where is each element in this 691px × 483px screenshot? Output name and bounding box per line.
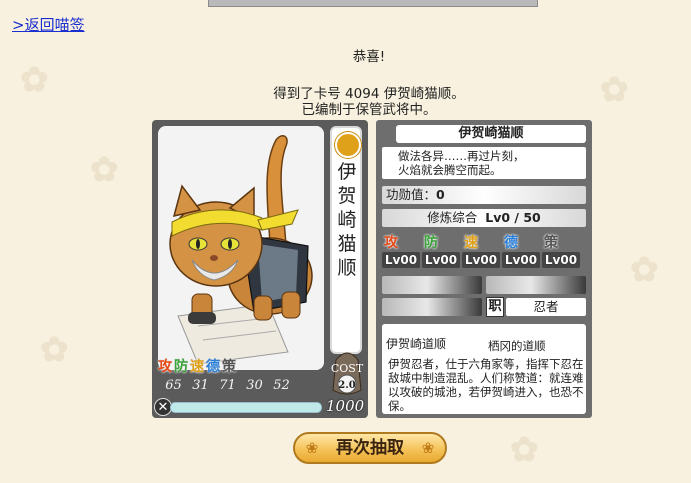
quote-line-1: 做法各异……再过片刻， xyxy=(398,149,525,163)
empty-slot-1 xyxy=(382,276,482,294)
card-quote: 做法各异……再过片刻， 火焰就会腾空而起。 xyxy=(382,147,586,179)
character-card[interactable]: 伊贺崎猫顺 COST 2.0 攻防速德策 65 31 71 30 52 ✕ 1000 xyxy=(152,120,368,418)
character-art xyxy=(158,126,324,370)
virtue-level: Lv00 xyxy=(502,252,540,268)
attr-speed: 速 Lv00 xyxy=(462,232,500,270)
background-pattern: ✿ xyxy=(40,330,69,370)
speed-icon: 速 xyxy=(190,359,204,375)
defense-icon: 防 xyxy=(424,235,438,251)
empty-slot-2 xyxy=(486,276,586,294)
description-box: 伊贺崎道顺 栖冈的道顺 伊贺忍者，仕于六角家等，指挥下忍在敌城中制造混乱。人们称… xyxy=(382,324,586,414)
strategy-icon: 策 xyxy=(222,359,236,375)
attr-defense: 防 Lv00 xyxy=(422,232,460,270)
draw-again-button[interactable]: ❀ 再次抽取 ❀ xyxy=(293,432,447,464)
hp-bar-row: ✕ 1000 xyxy=(154,397,366,416)
strategy-value: 52 xyxy=(273,378,290,393)
top-frame-edge xyxy=(208,0,538,7)
result-line-2: 已编制于保管武将中。 xyxy=(301,102,437,118)
attack-icon: 攻 xyxy=(384,235,398,251)
training-bar: 修炼综合 Lv0 / 50 xyxy=(382,209,586,227)
speed-value: 71 xyxy=(219,378,236,393)
virtue-icon: 德 xyxy=(504,235,518,251)
background-pattern: ✿ xyxy=(510,430,539,470)
virtue-icon: 德 xyxy=(206,359,220,375)
background-pattern: ✿ xyxy=(630,250,659,290)
hp-bar xyxy=(170,402,322,413)
attr-virtue: 德 Lv00 xyxy=(502,232,540,270)
draw-again-label: 再次抽取 xyxy=(336,438,404,458)
defense-level: Lv00 xyxy=(422,252,460,268)
training-value: Lv0 / 50 xyxy=(485,210,541,225)
defense-value: 31 xyxy=(192,378,209,393)
virtue-value: 30 xyxy=(246,378,263,393)
paw-icon: ❀ xyxy=(305,439,319,457)
cost-label: COST xyxy=(331,362,364,375)
attack-level: Lv00 xyxy=(382,252,420,268)
empty-slot-3 xyxy=(382,298,482,316)
speed-level: Lv00 xyxy=(462,252,500,268)
attack-icon: 攻 xyxy=(158,359,172,375)
attack-value: 65 xyxy=(165,378,182,393)
desc-text: 伊贺忍者，仕于六角家等，指挥下忍在敌城中制造混乱。人们称赞道：就连难以攻破的城池… xyxy=(388,357,584,413)
quote-line-2: 火焰就会腾空而起。 xyxy=(398,163,502,177)
hp-value: 1000 xyxy=(326,397,365,415)
attr-strategy: 策 Lv00 xyxy=(542,232,580,270)
congrats-text: 恭喜! xyxy=(352,49,386,65)
defense-icon: 防 xyxy=(174,359,188,375)
wind-emblem-icon xyxy=(335,132,361,158)
training-label: 修炼综合 xyxy=(427,210,478,225)
merit-label: 功勋值： xyxy=(386,187,437,202)
card-name-banner: 伊贺崎猫顺 xyxy=(330,126,362,354)
card-stat-labels: 攻防速德策 xyxy=(158,356,326,376)
card-name-vertical: 伊贺崎猫顺 xyxy=(337,161,357,279)
back-link[interactable]: >返回喵签 xyxy=(12,14,85,35)
desc-tab-2[interactable]: 栖冈的道顺 xyxy=(488,338,546,354)
attr-attack: 攻 Lv00 xyxy=(382,232,420,270)
job-value: 忍者 xyxy=(506,298,586,316)
card-stat-values: 65 31 71 30 52 xyxy=(160,378,326,393)
cost-value: 2.0 xyxy=(338,380,355,391)
background-pattern: ✿ xyxy=(90,150,119,190)
desc-tab-1[interactable]: 伊贺崎道顺 xyxy=(382,324,486,351)
job-marker: 职 xyxy=(486,297,504,317)
speed-icon: 速 xyxy=(464,235,478,251)
panel-title: 伊贺崎猫顺 xyxy=(396,125,586,143)
merit-bar: 功勋值：0 xyxy=(382,186,586,204)
cost-badge: COST 2.0 xyxy=(328,346,366,396)
merit-value: 0 xyxy=(436,187,445,202)
attribute-levels: 攻 Lv00 防 Lv00 速 Lv00 德 Lv00 策 Lv00 xyxy=(382,232,586,270)
strategy-level: Lv00 xyxy=(542,252,580,268)
strategy-icon: 策 xyxy=(544,235,558,251)
card-info-panel: 伊贺崎猫顺 做法各异……再过片刻， 火焰就会腾空而起。 功勋值：0 修炼综合 L… xyxy=(376,120,592,418)
paw-icon: ❀ xyxy=(421,439,435,457)
